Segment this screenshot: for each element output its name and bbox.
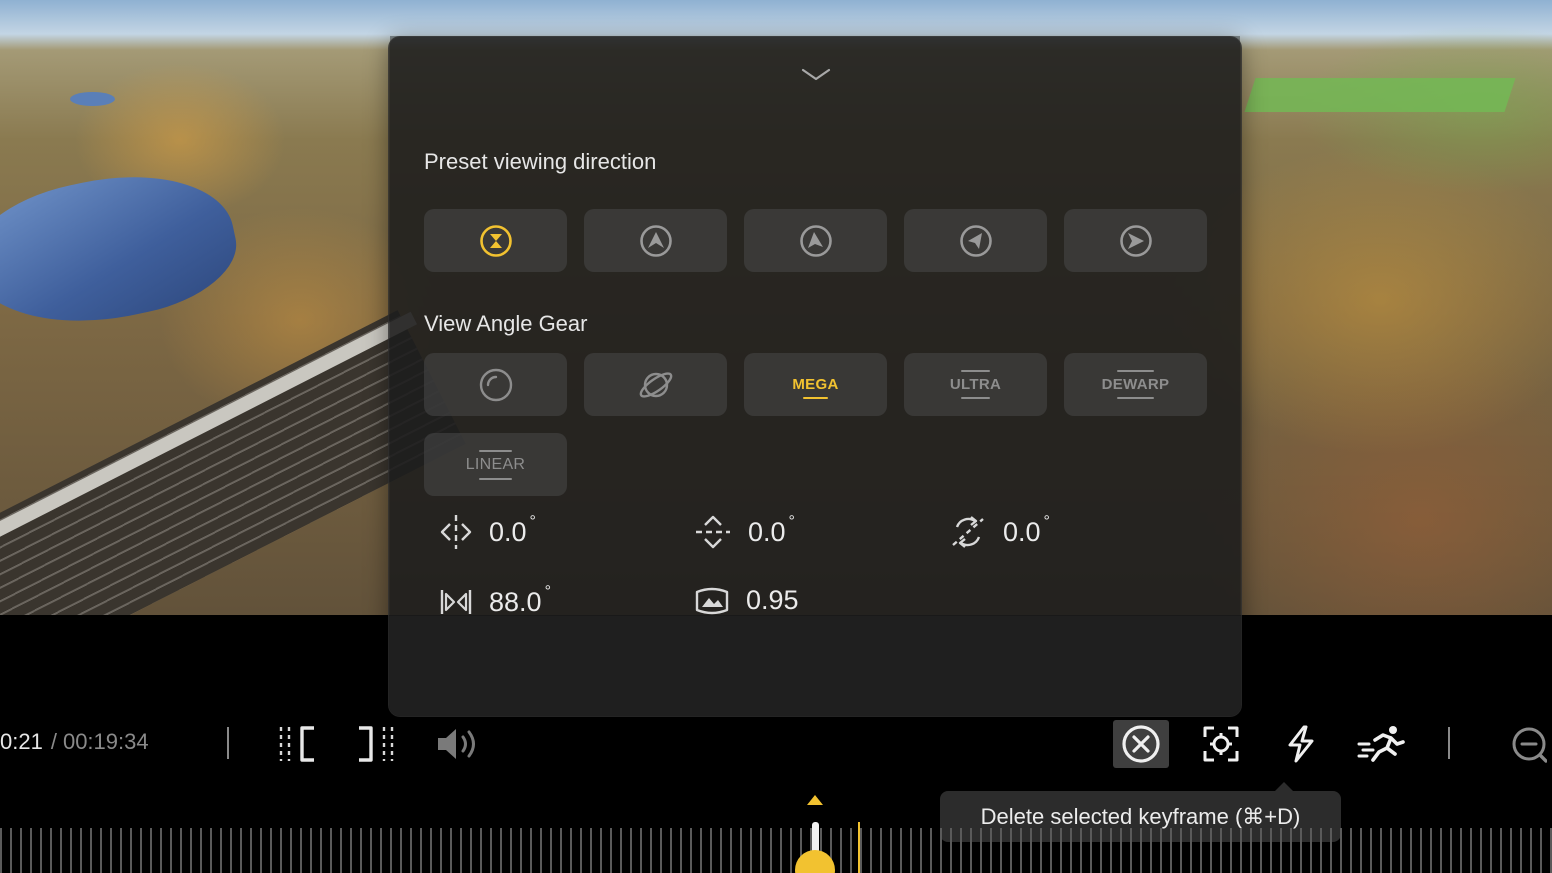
video-lake [0,153,247,347]
field-of-view-icon [440,590,472,614]
time-separator: / [50,729,57,754]
pan-param[interactable]: 0.0 ° [439,513,536,551]
gear-mega-label: MEGA [792,370,838,399]
roll-value: 0.0 [1003,516,1041,547]
app-root: { "panel": { "preset_title": "Preset vie… [0,0,1552,873]
delete-keyframe-icon [1122,725,1160,763]
tilt-arrows-icon [696,515,730,549]
preset-diagonal-button[interactable] [904,209,1047,272]
trim-start-icon [279,726,314,762]
current-time: 0:21 [0,729,43,754]
focus-target-icon [1203,726,1239,762]
preset-up-button[interactable] [584,209,727,272]
volume-icon [438,729,475,759]
gear-linear-button[interactable]: LINEAR [424,433,567,496]
preset-direction-title: Preset viewing direction [424,149,657,174]
video-field [1244,78,1516,112]
timeline-ruler[interactable] [0,828,1552,873]
playhead-arrow-icon [807,795,823,805]
tilt-value: 0.0 [748,516,786,547]
up-view-icon [639,224,672,257]
roll-param[interactable]: 0.0 ° [949,513,1050,551]
trim-end-icon [359,726,394,762]
image-distortion-icon [695,587,729,614]
gear-mega-button[interactable]: MEGA [744,353,887,416]
chevron-down-icon[interactable] [801,67,831,83]
focus-target-button[interactable] [1193,720,1249,768]
view-angle-gear-title: View Angle Gear [424,311,588,336]
roll-arrows-icon [952,516,984,548]
roll-degree: ° [1043,513,1050,530]
pan-value: 0.0 [489,516,527,547]
time-display: 0:21 /00:19:34 [0,729,149,755]
zoom-out-button[interactable] [1498,720,1552,768]
tilt-degree: ° [788,513,795,530]
fov-param[interactable]: 88.0 ° [439,583,551,619]
pan-degree: ° [529,513,536,530]
fov-value: 88.0 [489,586,542,617]
preset-left-button[interactable] [744,209,887,272]
diagonal-view-icon [959,224,992,257]
distortion-param[interactable]: 0.95 [694,585,799,616]
panel-lower-area [389,616,1241,716]
total-time: 00:19:34 [62,729,149,754]
distortion-value: 0.95 [746,585,799,615]
volume-button[interactable] [430,720,486,768]
right-view-icon [1119,224,1152,257]
zoom-out-icon [1512,727,1547,763]
gear-dewarp-button[interactable]: DEWARP [1064,353,1207,416]
delete-keyframe-button[interactable] [1113,720,1169,768]
reframe-panel: Preset viewing direction View Angle Gear… [388,36,1242,717]
planet-icon [639,371,672,398]
trim-start-button[interactable] [269,720,325,768]
keyframe-marker[interactable] [858,822,860,873]
speed-ramp-button[interactable] [1353,720,1409,768]
fov-degree: ° [544,583,551,600]
fisheye-circle-icon [479,368,512,401]
video-lake-small [70,92,115,106]
gear-ultra-label: ULTRA [950,370,1001,399]
trim-end-button[interactable] [348,720,404,768]
front-view-icon [479,224,512,257]
gear-planet-button[interactable] [584,353,727,416]
gear-ultra-button[interactable]: ULTRA [904,353,1047,416]
toolbar-divider-left [227,727,229,759]
preset-right-button[interactable] [1064,209,1207,272]
preset-front-button[interactable] [424,209,567,272]
lightning-icon [1288,725,1314,763]
gear-fisheye-button[interactable] [424,353,567,416]
running-person-icon [1357,726,1405,762]
toolbar-divider-right [1448,727,1450,759]
gear-dewarp-label: DEWARP [1102,370,1170,399]
pan-arrows-icon [440,515,472,549]
left-view-icon [799,224,832,257]
tilt-param[interactable]: 0.0 ° [694,513,795,551]
gear-linear-label: LINEAR [466,449,526,480]
quick-action-button[interactable] [1273,720,1329,768]
